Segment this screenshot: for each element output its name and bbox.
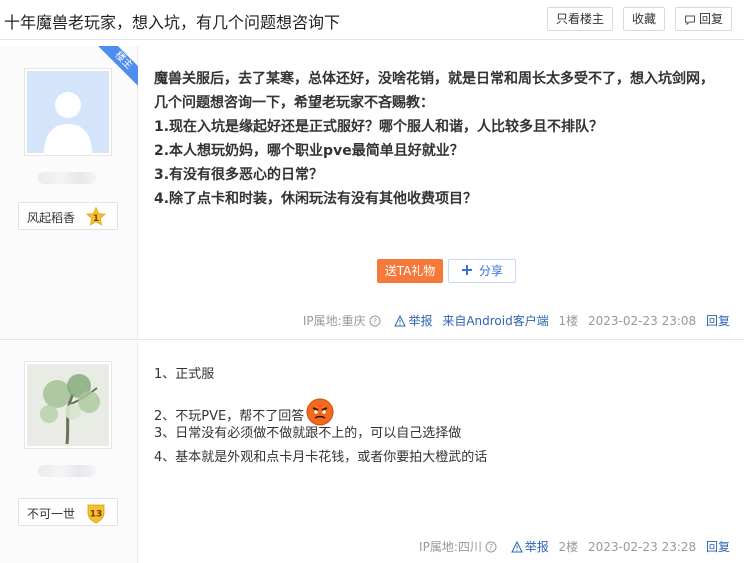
post-content: 1、正式服 2、不玩PVE，帮不了回答 3、日常没有必须做不做就跟不上的，可以自… (154, 363, 487, 470)
user-card[interactable]: 风起稻香 1 (18, 202, 118, 230)
reply-thread-button[interactable]: 回复 (675, 7, 732, 31)
post-line: 1、正式服 (154, 367, 215, 382)
floor-number: 2楼 (558, 540, 579, 554)
blurred-username (38, 465, 96, 477)
blurred-username (38, 172, 96, 184)
post-time: 2023-02-23 23:08 (588, 314, 697, 328)
favorite-button[interactable]: 收藏 (623, 7, 665, 31)
only-op-button[interactable]: 只看楼主 (547, 7, 613, 31)
ip-location: IP属地:四川 (419, 540, 482, 554)
question-circle-icon[interactable]: ? (369, 315, 381, 327)
post-line: 3.有没有很多恶心的日常？ (154, 167, 324, 183)
post-line: 魔兽关服后，去了某寒，总体还好，没啥花销，就是日常和周长太多受不了，想入坑剑网， (154, 71, 714, 87)
level-badge-icon: 1 (86, 206, 106, 226)
author-name: 不可一世 (27, 507, 76, 521)
share-button[interactable]: 分享 (448, 259, 516, 283)
warning-triangle-icon (510, 540, 523, 553)
plus-icon (461, 265, 472, 275)
reply-link[interactable]: 回复 (706, 540, 730, 554)
level-number: 13 (90, 510, 103, 520)
post-line: 2.本人想玩奶妈，哪个职业pve最简单且好就业？ (154, 143, 464, 159)
svg-text:?: ? (489, 543, 493, 552)
ip-location: IP属地:重庆 (302, 314, 366, 328)
post-time: 2023-02-23 23:28 (588, 540, 697, 554)
floor-number: 1楼 (558, 314, 579, 328)
thread-header: 十年魔兽老玩家，想入坑，有几个问题想咨询下 只看楼主 收藏 回复 (0, 0, 744, 40)
report-link[interactable]: 举报 (525, 540, 549, 554)
post-line: 3、日常没有必须做不做就跟不上的，可以自己选择做 (154, 426, 462, 441)
send-gift-button[interactable]: 送TA礼物 (377, 259, 443, 283)
reply-thread-label: 回复 (698, 12, 723, 26)
avatar[interactable] (24, 361, 112, 449)
level-number: 1 (93, 214, 99, 224)
post-content: 魔兽关服后，去了某寒，总体还好，没啥花销，就是日常和周长太多受不了，想入坑剑网，… (154, 67, 714, 211)
question-circle-icon[interactable]: ? (485, 541, 497, 553)
author-panel: 风起稻香 1 (0, 46, 138, 339)
post-meta: IP属地:四川? 举报 2楼 2023-02-23 23:28 回复 (413, 538, 730, 555)
post-2: 不可一世 13 1、正式服 2、不玩PVE，帮不了回答 3、日常没有必须做不做就… (0, 341, 744, 563)
svg-text:?: ? (373, 317, 377, 326)
author-name: 风起稻香 (27, 211, 76, 225)
post-line: 1.现在入坑是缘起好还是正式服好？哪个服人和谐，人比较多且不排队？ (154, 119, 604, 135)
client-source[interactable]: 来自Android客户端 (442, 314, 548, 328)
tree-painting-avatar-icon (27, 364, 109, 446)
post-line: 4.除了点卡和时装，休闲玩法有没有其他收费项目？ (154, 191, 478, 207)
op-badge: 楼主 (96, 46, 138, 88)
op-badge-label: 楼主 (96, 46, 138, 88)
level-badge-icon: 13 (87, 504, 105, 524)
speech-bubble-icon (684, 15, 695, 25)
share-label: 分享 (478, 264, 503, 278)
post-meta: IP属地:重庆? 举报 来自Android客户端 1楼 2023-02-23 2… (297, 312, 730, 329)
thread-title: 十年魔兽老玩家，想入坑，有几个问题想咨询下 (4, 13, 341, 32)
author-panel: 不可一世 13 (0, 341, 138, 563)
report-link[interactable]: 举报 (408, 314, 432, 328)
post-line-with-emoji: 2、不玩PVE，帮不了回答 (154, 398, 487, 426)
warning-triangle-icon (394, 314, 407, 327)
reply-link[interactable]: 回复 (706, 314, 730, 328)
post-line: 几个问题想咨询一下，希望老玩家不吝赐教： (154, 95, 434, 111)
post-1: 风起稻香 1 楼主 魔兽关服后，去了某寒，总体还好，没啥花销，就是日常和周长太多… (0, 46, 744, 340)
user-card[interactable]: 不可一世 13 (18, 498, 118, 526)
post-line: 4、基本就是外观和点卡月卡花钱，或者你要拍大橙武的话 (154, 450, 488, 465)
